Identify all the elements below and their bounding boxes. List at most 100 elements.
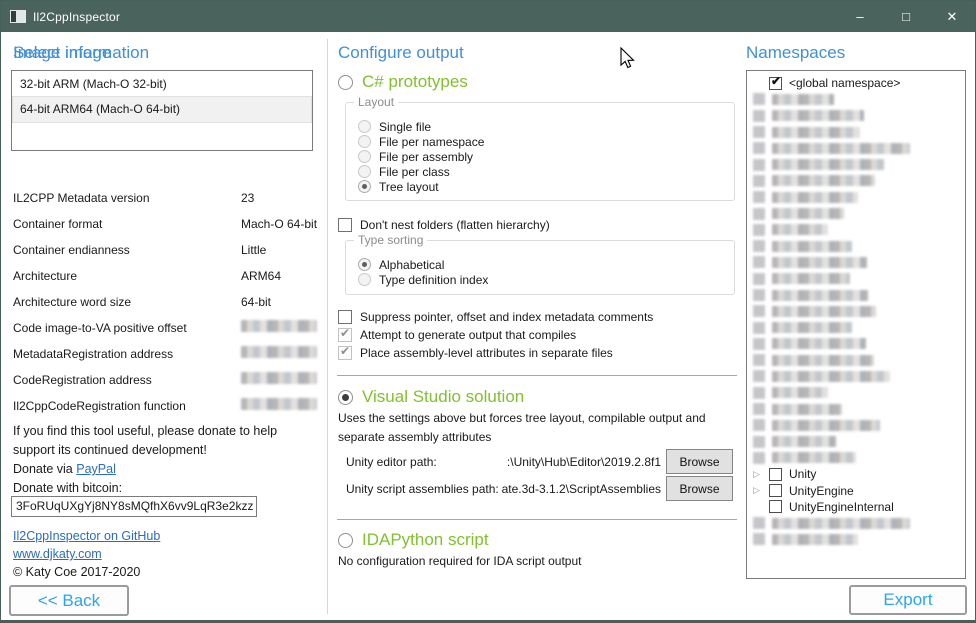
redacted-namespace-label <box>772 436 836 447</box>
image-listbox[interactable]: 32-bit ARM (Mach-O 32-bit) 64-bit ARM64 (… <box>11 70 313 151</box>
namespace-row[interactable]: ✔ <box>747 401 965 417</box>
namespace-label: UnityEngine <box>789 484 854 498</box>
layout-radio[interactable]: Tree layout <box>358 179 734 194</box>
output-option-checkbox[interactable]: ✔ Attempt to generate output that compil… <box>338 326 653 344</box>
expander-icon[interactable] <box>753 485 769 496</box>
unity-editor-path-value[interactable]: :\Unity\Hub\Editor\2019.2.8f1 <box>507 455 661 469</box>
redacted-namespace-label <box>772 224 828 235</box>
unity-editor-path-label: Unity editor path: <box>346 455 437 469</box>
namespace-row[interactable]: ✔ <box>747 385 965 401</box>
namespace-row[interactable]: ✔ <box>747 515 965 531</box>
checkbox-label: Place assembly-level attributes in separ… <box>360 346 613 360</box>
namespace-row[interactable]: ✔ <global namespace> <box>747 75 965 91</box>
namespace-row[interactable]: ✔ <box>747 434 965 450</box>
namespace-row[interactable]: ✔ <box>747 173 965 189</box>
namespace-checkbox-icon[interactable]: ✔ <box>769 468 782 481</box>
namespace-row[interactable]: ✔ <box>747 222 965 238</box>
paypal-link[interactable]: PayPal <box>76 462 116 476</box>
image-list-item-label: 64-bit ARM64 (Mach-O 64-bit) <box>20 102 180 116</box>
namespace-row[interactable]: ✔ <box>747 91 965 107</box>
image-list-item[interactable]: 64-bit ARM64 (Mach-O 64-bit) <box>13 97 311 122</box>
website-link[interactable]: www.djkaty.com <box>13 547 102 561</box>
namespace-row[interactable]: ✔ UnityEngine <box>747 482 965 498</box>
namespace-row[interactable]: ✔ <box>747 287 965 303</box>
output-option-checkbox[interactable]: ✔ Place assembly-level attributes in sep… <box>338 344 653 362</box>
namespace-row[interactable]: ✔ <box>747 205 965 221</box>
layout-radio-label: Single file <box>379 120 431 134</box>
namespace-row[interactable]: ✔ <box>747 336 965 352</box>
redacted-namespace-label <box>772 175 875 186</box>
back-button[interactable]: << Back <box>9 585 129 616</box>
expander-icon[interactable] <box>753 469 769 480</box>
namespace-row[interactable]: ✔ <box>747 124 965 140</box>
checkbox-icon: ✔ <box>338 218 352 232</box>
namespace-checkbox-icon[interactable]: ✔ <box>769 500 782 513</box>
output-option-checkboxes: ✔ Suppress pointer, offset and index met… <box>338 308 653 362</box>
flatten-checkbox[interactable]: ✔ Don't nest folders (flatten hierarchy) <box>338 218 550 232</box>
namespace-row[interactable]: ✔ <box>747 303 965 319</box>
type-sorting-radio[interactable]: Type definition index <box>358 272 734 287</box>
namespaces-title: Namespaces <box>746 43 845 63</box>
vs-desc-line-1: Uses the settings above but forces tree … <box>338 409 706 428</box>
close-button[interactable]: ✕ <box>929 1 975 32</box>
namespace-row[interactable]: ✔ <box>747 531 965 547</box>
csharp-prototypes-radio[interactable]: C# prototypes <box>338 72 468 92</box>
redacted-checkbox <box>753 191 765 203</box>
github-link[interactable]: Il2CppInspector on GitHub <box>13 529 160 543</box>
titlebar: Il2CppInspector – □ ✕ <box>1 1 975 32</box>
image-info-row: MetadataRegistration address <box>13 343 319 369</box>
namespace-row[interactable]: ✔ UnityEngineInternal <box>747 499 965 515</box>
type-sorting-radio[interactable]: Alphabetical <box>358 257 734 272</box>
layout-radio[interactable]: File per class <box>358 164 734 179</box>
namespace-row[interactable]: ✔ <box>747 417 965 433</box>
bitcoin-address-field[interactable]: 3FoRUqUXgYj8NY8sMQfhX6vv9LqR3e2kzz <box>11 496 257 517</box>
unity-editor-browse-button[interactable]: Browse <box>666 449 733 474</box>
namespace-row[interactable]: ✔ <box>747 368 965 384</box>
type-sorting-group-label: Type sorting <box>354 233 427 247</box>
namespace-row[interactable]: ✔ <box>747 450 965 466</box>
namespace-row[interactable]: ✔ <box>747 319 965 335</box>
redacted-namespace-label <box>772 322 852 333</box>
image-list-item-label: 32-bit ARM (Mach-O 32-bit) <box>20 77 167 91</box>
unity-script-path-value[interactable]: ate.3d-3.1.2\ScriptAssemblies <box>502 482 661 496</box>
namespace-row[interactable]: ✔ <box>747 352 965 368</box>
info-value: 23 <box>241 191 254 205</box>
info-label: IL2CPP Metadata version <box>13 191 150 205</box>
namespace-checkbox-icon[interactable]: ✔ <box>769 484 782 497</box>
unity-script-browse-button[interactable]: Browse <box>666 476 733 501</box>
output-option-checkbox[interactable]: ✔ Suppress pointer, offset and index met… <box>338 308 653 326</box>
namespace-row[interactable]: ✔ <box>747 238 965 254</box>
redacted-checkbox <box>753 338 765 350</box>
namespace-row[interactable]: ✔ <box>747 140 965 156</box>
csharp-prototypes-label: C# prototypes <box>362 72 468 92</box>
image-list-item[interactable]: 32-bit ARM (Mach-O 32-bit) <box>13 72 311 97</box>
redacted-namespace-label <box>772 159 884 170</box>
export-button[interactable]: Export <box>849 585 967 615</box>
namespace-row[interactable]: ✔ <box>747 254 965 270</box>
idapython-radio[interactable]: IDAPython script <box>338 530 489 550</box>
layout-radio[interactable]: Single file <box>358 119 734 134</box>
namespace-row[interactable]: ✔ <box>747 189 965 205</box>
layout-radio[interactable]: File per namespace <box>358 134 734 149</box>
image-info-row: Architecture ARM64 <box>13 265 319 291</box>
redacted-namespace-label <box>772 110 864 121</box>
radio-icon <box>358 120 371 133</box>
namespace-row[interactable]: ✔ <box>747 271 965 287</box>
donate-via-text: Donate via <box>13 462 76 476</box>
redacted-namespace-label <box>772 371 890 382</box>
minimize-button[interactable]: – <box>837 1 883 32</box>
namespace-row[interactable]: ✔ <box>747 108 965 124</box>
maximize-button[interactable]: □ <box>883 1 929 32</box>
redacted-checkbox <box>753 517 765 529</box>
namespace-row[interactable]: ✔ <box>747 156 965 172</box>
layout-radio[interactable]: File per assembly <box>358 149 734 164</box>
redacted-namespace-label <box>772 94 834 105</box>
namespace-checkbox-icon[interactable]: ✔ <box>769 77 782 90</box>
visual-studio-radio[interactable]: Visual Studio solution <box>338 387 524 407</box>
namespaces-tree[interactable]: ✔ <global namespace> ✔ ✔ <box>746 70 966 579</box>
image-info-row: Il2CppCodeRegistration function <box>13 395 319 421</box>
redacted-checkbox <box>753 126 765 138</box>
type-sorting-radio-label: Alphabetical <box>379 258 444 272</box>
info-label: Container endianness <box>13 243 130 257</box>
namespace-row[interactable]: ✔ Unity <box>747 466 965 482</box>
